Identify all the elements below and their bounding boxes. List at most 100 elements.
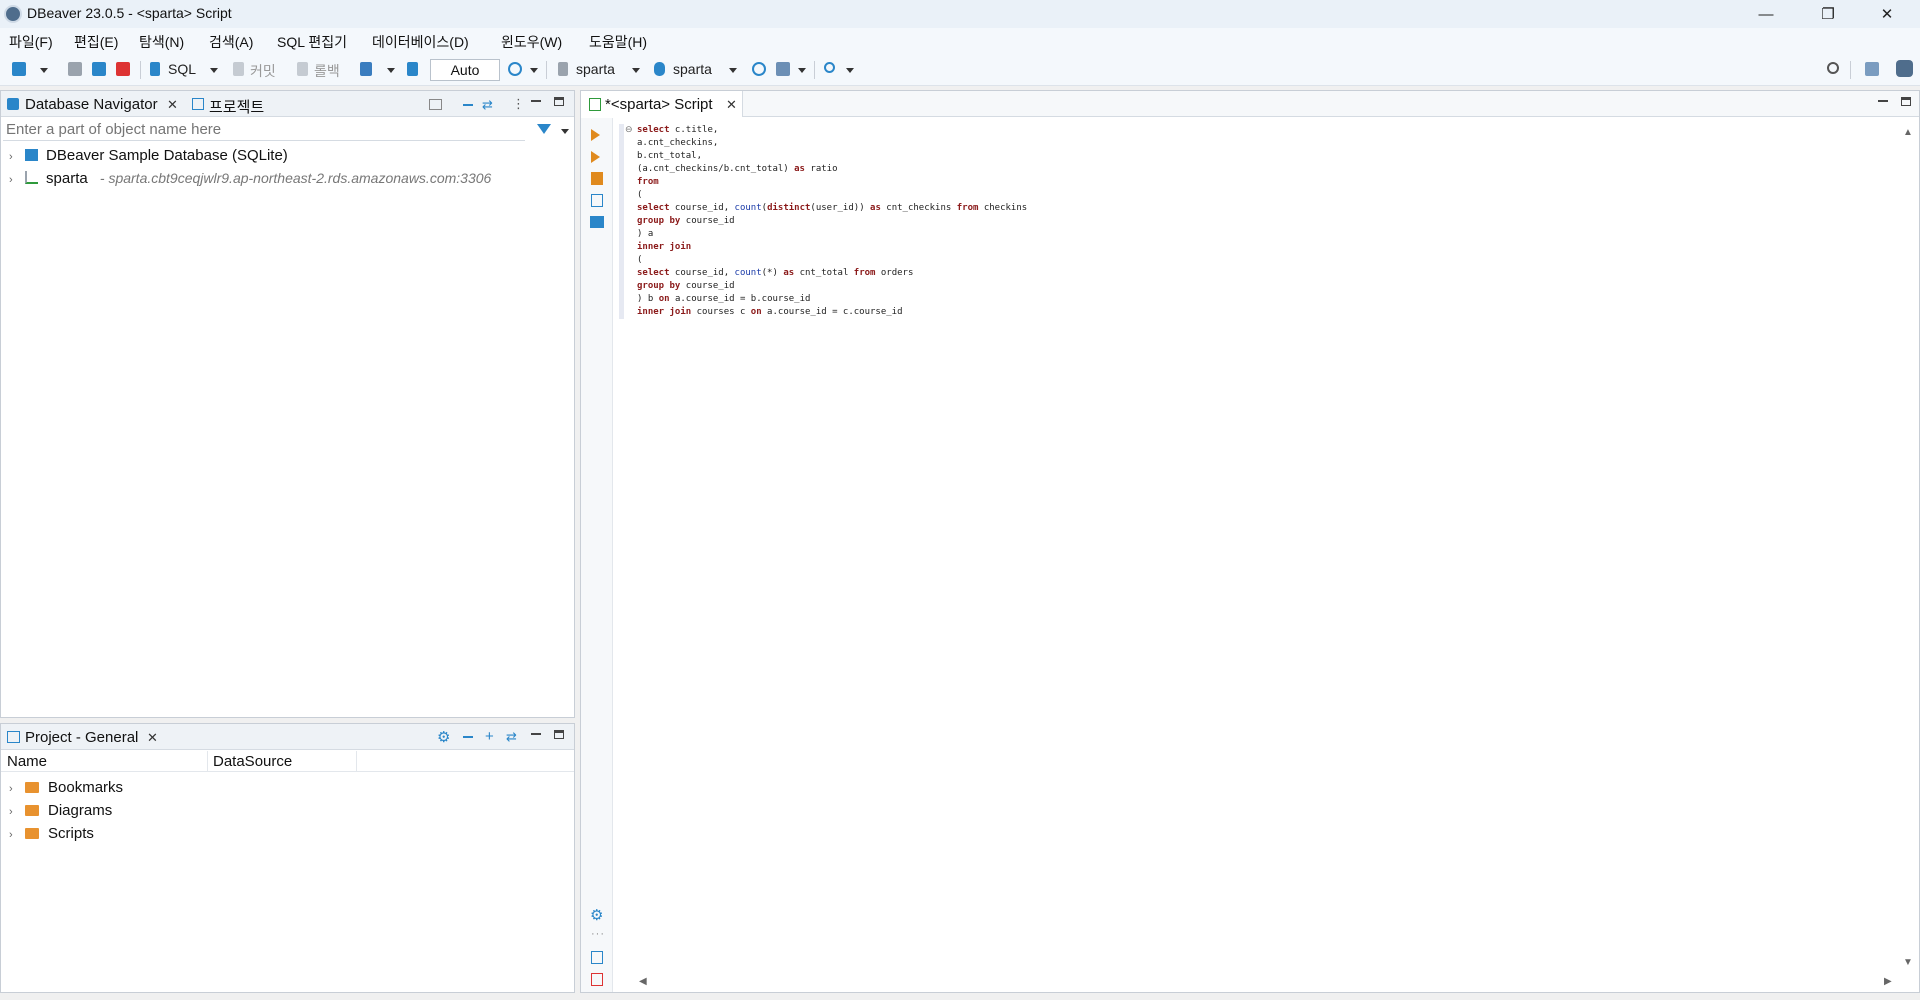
plug-icon[interactable] [68,62,82,76]
tab-project-general[interactable]: Project - General [25,729,138,746]
minimize-button[interactable]: — [1737,0,1795,28]
toolbar-separator [140,61,141,79]
scroll-up-arrow[interactable]: ▲ [1903,127,1913,138]
sql-button[interactable]: SQL [168,61,196,77]
active-schema-selector[interactable]: sparta [673,61,712,77]
code-line: group by course_id [637,280,1899,293]
column-header-datasource[interactable]: DataSource [213,753,292,770]
tab-projects[interactable]: 프로젝트 [209,96,264,117]
link-with-editor-icon[interactable]: ⇄ [482,97,493,113]
maximize-view-icon[interactable] [554,97,564,106]
minimize-view-icon[interactable] [1878,100,1888,102]
filter-icon[interactable] [537,124,551,134]
sql-editor-icon[interactable] [150,62,160,76]
maximize-view-icon[interactable] [1901,97,1911,106]
chevron-down-icon[interactable] [530,68,538,73]
more-icon[interactable]: ··· [591,928,605,940]
connect-icon[interactable] [92,62,106,76]
maximize-view-icon[interactable] [554,730,564,739]
scroll-right-arrow[interactable]: ▶ [1884,976,1892,987]
close-icon[interactable]: ✕ [147,730,158,746]
sql-text: (user_id)) [810,203,871,213]
code-line: select c.title, [637,124,1899,137]
sql-text: ratio [804,164,838,174]
column-header-name[interactable]: Name [7,753,47,770]
transaction-mode-box[interactable]: Auto [430,59,500,81]
menu-sql-editor[interactable]: SQL 편집기 [277,32,347,52]
gear-icon[interactable]: ⚙ [590,906,603,924]
execute-script-icon[interactable] [591,172,603,185]
open-perspective-icon[interactable] [1865,62,1879,76]
history-icon[interactable] [508,62,522,76]
menu-help[interactable]: 도움말(H) [589,32,647,52]
navigator-filter-input[interactable] [3,119,525,141]
scroll-down-arrow[interactable]: ▼ [1903,957,1913,968]
sql-keyword: from [637,177,659,187]
chevron-down-icon[interactable] [729,68,737,73]
menu-database[interactable]: 데이터베이스(D) [372,32,469,52]
collapse-all-icon[interactable] [463,104,473,106]
tree-item-bookmarks[interactable]: › Bookmarks [9,779,123,796]
minimize-view-icon[interactable] [531,733,541,735]
chevron-right-icon[interactable]: › [9,151,13,163]
gear-icon[interactable]: ⚙ [437,728,450,746]
sql-code-area[interactable]: select c.title, a.cnt_checkins, b.cnt_tota… [637,124,1899,944]
commit-button[interactable]: 커밋 [250,61,276,81]
menu-file[interactable]: 파일(F) [9,32,53,52]
chevron-right-icon[interactable]: › [9,806,13,818]
search-icon[interactable] [824,62,835,73]
tree-item-scripts[interactable]: › Scripts [9,825,94,842]
sql-keyword: on [750,307,762,317]
tree-item-sample-database[interactable]: › DBeaver Sample Database (SQLite) [9,147,288,164]
collapse-all-icon[interactable] [463,736,473,738]
explain-plan-icon[interactable] [591,194,603,207]
tree-item-diagrams[interactable]: › Diagrams [9,802,112,819]
menu-window[interactable]: 윈도우(W) [501,32,562,52]
rollback-button[interactable]: 롤백 [314,61,340,81]
print-icon[interactable] [776,62,790,76]
dbeaver-perspective-icon[interactable] [1896,60,1913,77]
menu-navigate[interactable]: 탐색(N) [139,32,184,52]
chevron-right-icon[interactable]: › [9,174,13,186]
link-with-editor-icon[interactable]: ⇄ [506,729,517,745]
fold-icon[interactable]: ⊖ [625,124,633,135]
tree-item-sparta[interactable]: › sparta - sparta.cbt9ceqjwlr9.ap-northe… [9,170,491,187]
chevron-right-icon[interactable]: › [9,829,13,841]
chevron-down-icon[interactable] [210,68,218,73]
active-datasource-selector[interactable]: sparta [576,61,615,77]
tab-database-navigator[interactable]: Database Navigator [25,96,158,113]
chevron-down-icon[interactable] [632,68,640,73]
editor-tab-bar: *<sparta> Script ✕ [581,91,1919,117]
tree-item-label: DBeaver Sample Database (SQLite) [46,147,288,164]
close-icon[interactable]: ✕ [726,97,737,113]
global-search-icon[interactable] [1827,62,1839,74]
chevron-down-icon[interactable] [561,129,569,134]
new-connection-icon[interactable] [12,62,26,76]
disconnect-icon[interactable] [116,62,130,76]
server-output-icon[interactable] [591,973,603,986]
chevron-right-icon[interactable]: › [9,783,13,795]
close-icon[interactable]: ✕ [167,97,178,113]
menu-edit[interactable]: 편집(E) [74,32,118,52]
output-icon[interactable] [591,951,603,964]
restore-button[interactable]: ❐ [1799,0,1857,28]
close-button[interactable]: ✕ [1858,0,1916,28]
chevron-down-icon[interactable] [40,68,48,73]
tab-sparta-script[interactable]: *<sparta> Script ✕ [581,91,743,117]
terminal-icon[interactable] [590,216,604,228]
dashboard-icon[interactable] [752,62,766,76]
chevron-down-icon[interactable] [387,68,395,73]
transaction-mode-icon[interactable] [360,62,372,76]
dbeaver-logo-icon [4,5,22,23]
new-folder-icon[interactable] [429,99,442,110]
minimize-view-icon[interactable] [531,100,541,102]
lock-icon[interactable] [407,62,418,76]
menu-search[interactable]: 검색(A) [209,32,253,52]
expand-all-icon[interactable]: + [485,728,494,745]
execute-statement-icon[interactable] [591,129,600,141]
execute-in-new-tab-icon[interactable] [591,151,600,163]
chevron-down-icon[interactable] [846,68,854,73]
scroll-left-arrow[interactable]: ◀ [639,976,647,987]
view-menu-icon[interactable]: ⋮ [512,96,525,112]
chevron-down-icon[interactable] [798,68,806,73]
